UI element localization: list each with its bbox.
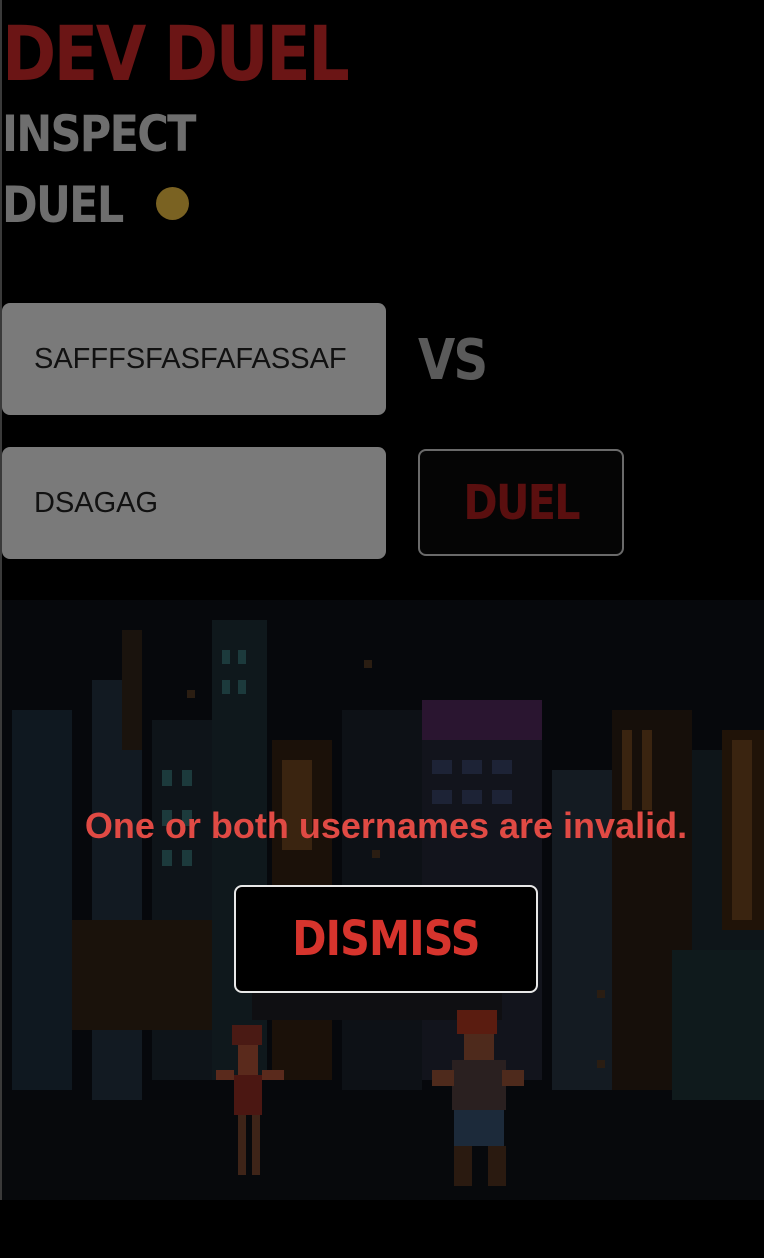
active-nav-indicator-icon (156, 187, 189, 220)
dismiss-button-label: DISMISS (292, 911, 480, 967)
dismiss-button[interactable]: DISMISS (234, 885, 538, 993)
vs-label: VS (418, 328, 488, 393)
error-message: One or both usernames are invalid. (84, 805, 688, 846)
page: DEV DUEL INSPECT DUEL VS DUEL (0, 0, 764, 1258)
username-one-input[interactable] (2, 303, 386, 415)
username-two-input[interactable] (2, 447, 386, 559)
app-logo[interactable]: DEV DUEL (2, 14, 350, 94)
duel-button-label: DUEL (463, 474, 580, 531)
duel-button[interactable]: DUEL (418, 449, 624, 556)
nav-link-inspect[interactable]: INSPECT (2, 106, 196, 162)
nav-link-duel[interactable]: DUEL (2, 177, 124, 233)
